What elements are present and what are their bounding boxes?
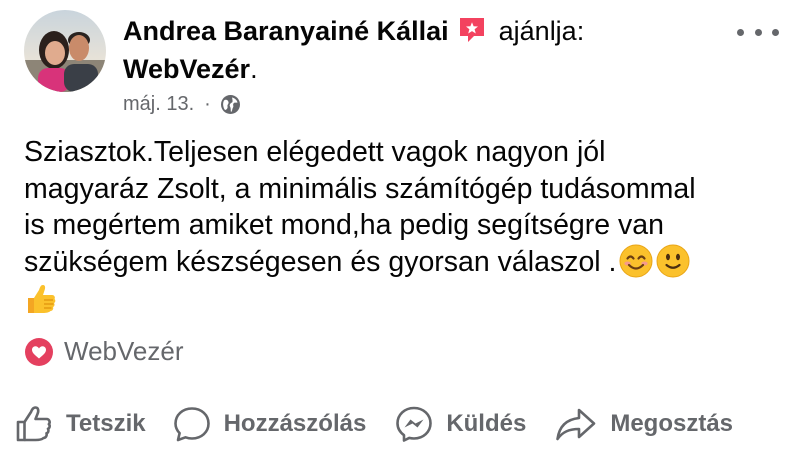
emoji-line — [24, 282, 784, 322]
post-text-line: Sziasztok.Teljesen elégedett vagok nagyo… — [24, 136, 606, 168]
comment-button[interactable]: Hozzászólás — [172, 404, 367, 444]
dot-icon — [772, 28, 779, 36]
like-label: Tetszik — [66, 410, 146, 437]
slightly-smiling-face-icon — [656, 244, 690, 278]
more-options-button[interactable] — [737, 18, 779, 46]
post-text-line: is megértem amiket mond,ha pedig segítsé… — [24, 209, 664, 241]
messenger-icon — [396, 406, 433, 442]
dot-icon — [737, 28, 744, 36]
post-text-line-with-emoji: szükségem készségesen és gyorsan válaszo… — [24, 244, 784, 281]
comment-bubble-icon — [173, 407, 210, 442]
post-header: Andrea Baranyainé Kállai ajánlja: WebVezér… — [123, 12, 703, 88]
post-text-line: magyaráz Zsolt, a minimális számítógép t… — [24, 172, 696, 205]
page-suffix: . — [250, 54, 258, 84]
recommend-star-icon — [457, 15, 487, 45]
meta-separator: · — [204, 92, 211, 115]
like-button[interactable]: Tetszik — [14, 404, 146, 444]
send-button[interactable]: Küldés — [394, 404, 526, 444]
dot-icon — [754, 28, 762, 36]
heart-icon — [24, 337, 54, 367]
share-button[interactable]: Megosztás — [554, 404, 733, 444]
globe-icon[interactable] — [220, 94, 241, 115]
thumbs-up-icon — [24, 282, 58, 316]
post-text-line: szükségem készségesen és gyorsan válaszo… — [24, 245, 617, 278]
recommended-page-tag[interactable]: WebVezér — [24, 336, 183, 367]
post-body: Sziasztok.Teljesen elégedett vagok nagyo… — [24, 134, 784, 322]
recommended-page-label: WebVezér — [64, 336, 184, 366]
author-avatar[interactable] — [24, 10, 106, 92]
post-meta: máj. 13. · — [123, 91, 241, 117]
post-actions-bar: Tetszik Hozzászólás Küldés Megosztás — [14, 400, 800, 448]
share-arrow-icon — [556, 408, 596, 441]
post-date[interactable]: máj. 13. — [123, 93, 194, 116]
recommended-page-link[interactable]: WebVezér — [123, 54, 250, 84]
recommendation-post: Andrea Baranyainé Kállai ajánlja: WebVezér… — [0, 0, 800, 458]
recommend-verb: ajánlja: — [498, 16, 585, 46]
avatar-image — [24, 10, 106, 92]
thumbs-up-outline-icon — [16, 406, 51, 442]
send-label: Küldés — [446, 410, 527, 437]
share-label: Megosztás — [610, 410, 734, 437]
smiling-face-with-smiling-eyes-icon — [619, 244, 653, 278]
author-name[interactable]: Andrea Baranyainé Kállai — [123, 16, 449, 46]
comment-label: Hozzászólás — [223, 410, 367, 437]
